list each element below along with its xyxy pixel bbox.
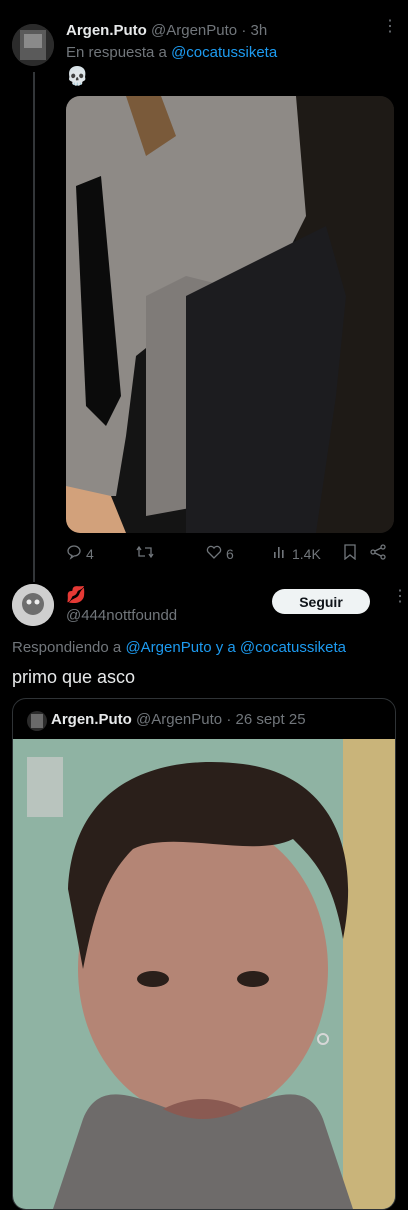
author-name[interactable]: Argen.Puto: [66, 22, 147, 39]
retweet-button[interactable]: [136, 544, 154, 563]
more-icon[interactable]: ⋮: [392, 589, 408, 605]
reply-prefix: Respondiendo a: [12, 639, 122, 656]
more-icon[interactable]: ⋮: [382, 19, 398, 35]
reply-icon: [66, 544, 82, 563]
avatar[interactable]: [12, 24, 54, 66]
share-button[interactable]: [370, 544, 386, 563]
quote-image[interactable]: [13, 739, 395, 1209]
author-handle[interactable]: @444nottfoundd: [66, 607, 177, 624]
quoted-tweet[interactable]: Argen.Puto @ArgenPuto · 26 sept 25: [12, 698, 396, 1210]
follow-button[interactable]: Seguir: [272, 589, 370, 614]
views-button[interactable]: 1.4K: [272, 544, 321, 563]
like-count: 6: [226, 545, 234, 562]
reply-to-link[interactable]: @ArgenPuto y a @cocatussiketa: [125, 639, 346, 656]
like-icon: [206, 544, 222, 563]
bookmark-icon: [343, 544, 357, 563]
tweet-image[interactable]: [66, 96, 394, 533]
quote-author-handle: @ArgenPuto: [136, 711, 223, 728]
quote-time: · 26 sept 25: [226, 711, 306, 728]
views-icon: [272, 544, 288, 563]
views-count: 1.4K: [292, 545, 321, 562]
quote-header: Argen.Puto @ArgenPuto · 26 sept 25: [51, 711, 306, 728]
tweet-text: 💀: [66, 66, 89, 86]
reply-context: Respondiendo a @ArgenPuto y a @cocatussi…: [12, 639, 346, 656]
author-handle[interactable]: @ArgenPuto: [151, 22, 237, 39]
reply-context: En respuesta a @cocatussiketa: [66, 44, 277, 61]
reply-to-link[interactable]: @cocatussiketa: [171, 44, 277, 61]
reply-prefix: En respuesta a: [66, 44, 167, 61]
reply-button[interactable]: 4: [66, 544, 94, 563]
like-button[interactable]: 6: [206, 544, 234, 563]
avatar: [27, 711, 47, 731]
author-name[interactable]: 💋: [66, 585, 86, 605]
tweet-text: primo que asco: [12, 667, 136, 687]
thread-line: [33, 72, 35, 582]
tweet-time[interactable]: · 3h: [241, 22, 267, 39]
retweet-icon: [136, 544, 154, 563]
share-icon: [370, 544, 386, 563]
avatar[interactable]: [12, 584, 54, 626]
bookmark-button[interactable]: [343, 544, 357, 563]
reply-count: 4: [86, 545, 94, 562]
tweet-header: Argen.Puto @ArgenPuto · 3h: [66, 22, 267, 39]
quote-author-name: Argen.Puto: [51, 711, 132, 728]
